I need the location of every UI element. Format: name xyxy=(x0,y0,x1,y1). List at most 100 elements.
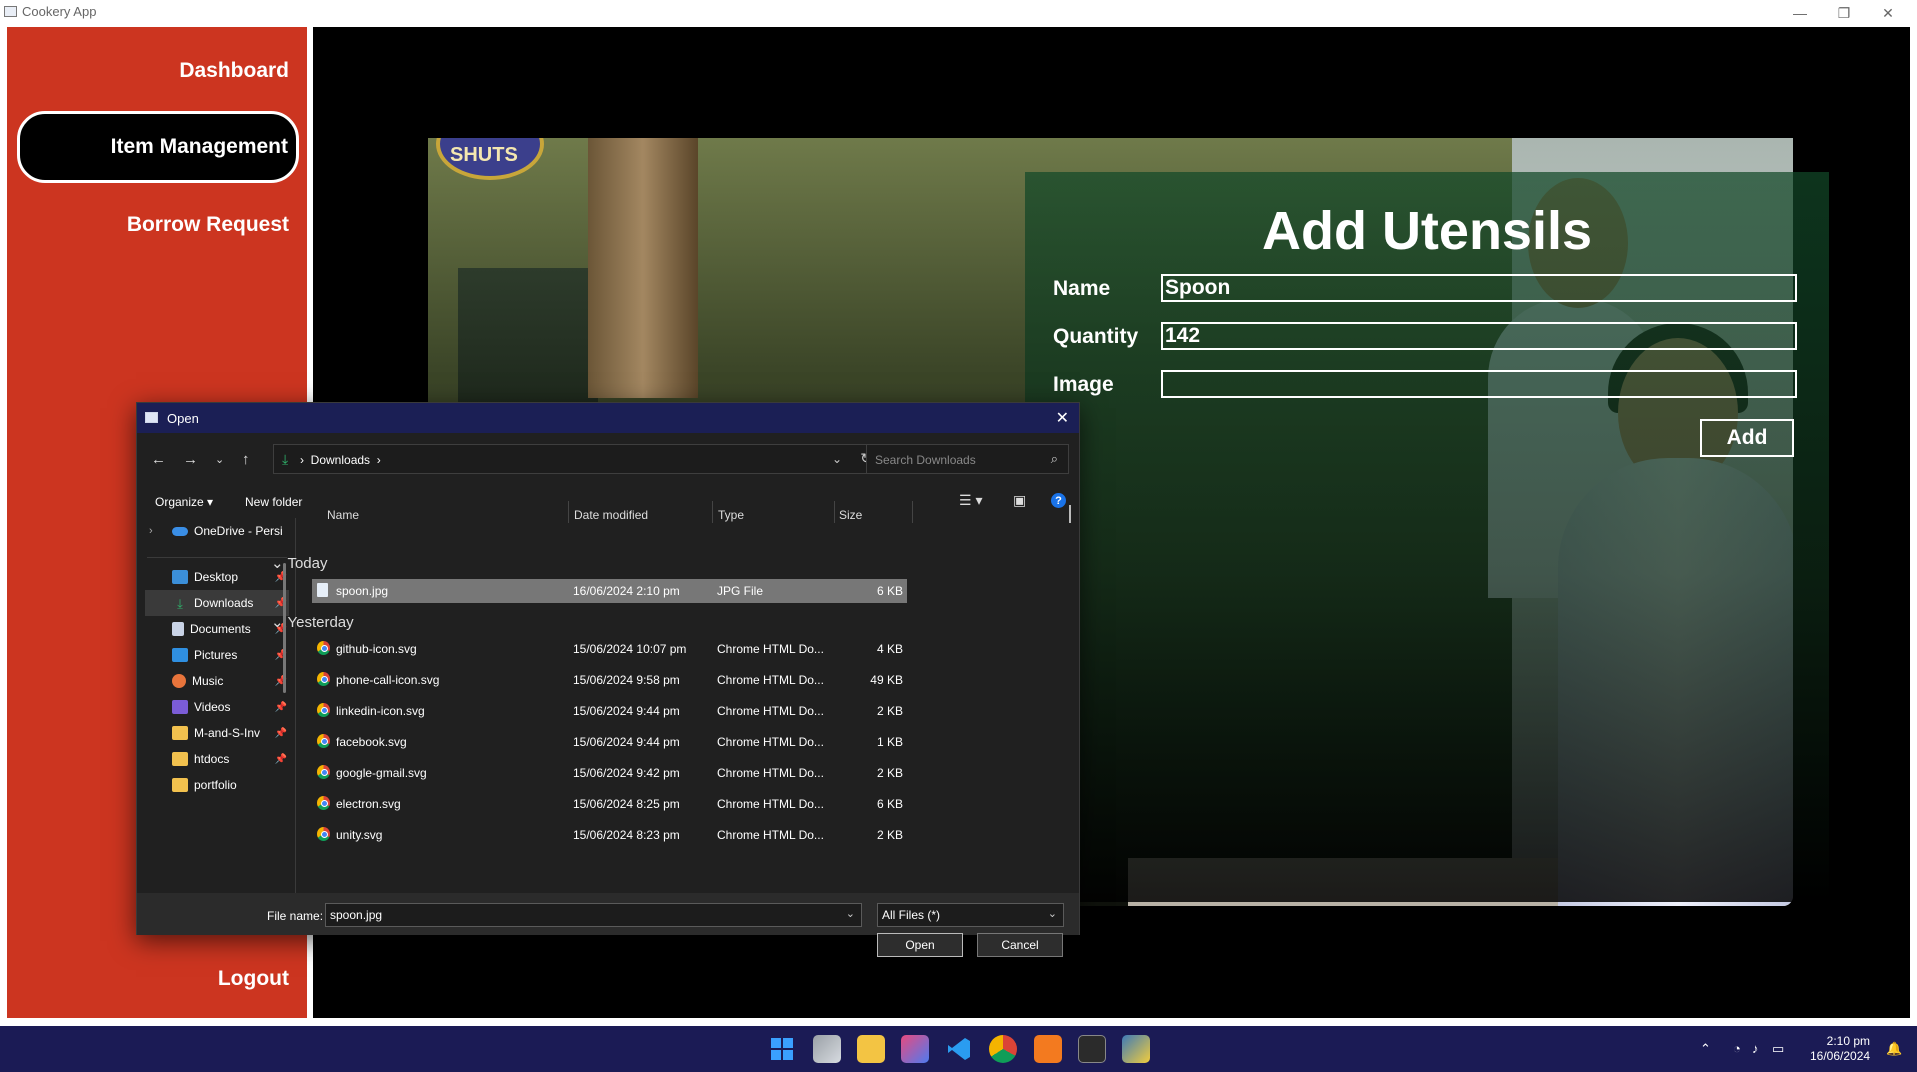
pane-splitter[interactable] xyxy=(295,518,296,893)
close-window-button[interactable]: ✕ xyxy=(1866,0,1910,26)
jpg-file-icon xyxy=(317,583,328,597)
file-type-dropdown-icon[interactable]: ⌄ xyxy=(1048,907,1057,920)
up-arrow-icon[interactable]: ↑ xyxy=(242,451,250,468)
file-row[interactable]: electron.svg 15/06/2024 8:25 pm Chrome H… xyxy=(312,792,907,816)
nav-item-documents[interactable]: Documents 📌 xyxy=(145,616,289,642)
organize-button[interactable]: Organize ▾ xyxy=(155,495,213,509)
clock[interactable]: 2:10 pm 16/06/2024 xyxy=(1810,1034,1870,1064)
search-icon: ⌕ xyxy=(1050,451,1058,466)
nav-item-portfolio[interactable]: portfolio xyxy=(145,772,289,798)
chrome-file-icon xyxy=(317,641,330,655)
file-name: phone-call-icon.svg xyxy=(336,673,440,687)
forward-arrow-icon[interactable]: → xyxy=(183,451,198,468)
column-header-name[interactable]: Name xyxy=(327,504,359,526)
nav-item-m-and-s-inv[interactable]: M-and-S-Inv 📌 xyxy=(145,720,289,746)
file-list-scrollbar[interactable] xyxy=(1069,505,1071,523)
column-separator[interactable] xyxy=(834,501,835,523)
column-separator[interactable] xyxy=(712,501,713,523)
tree-image xyxy=(588,138,698,398)
vscode-icon[interactable] xyxy=(945,1035,973,1063)
clock-date: 16/06/2024 xyxy=(1810,1049,1871,1063)
column-separator[interactable] xyxy=(568,501,569,523)
restore-button[interactable]: ❐ xyxy=(1822,0,1866,26)
nav-item-desktop[interactable]: Desktop 📌 xyxy=(145,564,289,590)
expand-chevron-icon[interactable]: › xyxy=(149,525,153,537)
file-name-dropdown-icon[interactable]: ⌄ xyxy=(846,907,855,920)
view-options-icon[interactable]: ☰ ▾ xyxy=(959,492,982,509)
start-icon[interactable] xyxy=(768,1035,796,1063)
file-row[interactable]: spoon.jpg 16/06/2024 2:10 pm JPG File 6 … xyxy=(312,579,907,603)
cancel-button[interactable]: Cancel xyxy=(977,933,1063,957)
breadcrumb-downloads[interactable]: Downloads xyxy=(311,453,370,467)
sidebar-item-item-management[interactable]: Item Management xyxy=(17,111,299,183)
file-name: unity.svg xyxy=(336,828,383,842)
app-icon[interactable] xyxy=(901,1035,929,1063)
logout-button[interactable]: Logout xyxy=(218,967,289,991)
column-header-type[interactable]: Type xyxy=(718,504,744,526)
nav-item-pictures[interactable]: Pictures 📌 xyxy=(145,642,289,668)
back-arrow-icon[interactable]: ← xyxy=(151,451,166,468)
notifications-icon[interactable]: 🔔 xyxy=(1886,1041,1902,1057)
tray-overflow-icon[interactable]: ⌃ xyxy=(1700,1041,1711,1057)
quantity-input[interactable]: 142 xyxy=(1161,322,1797,350)
add-button[interactable]: Add xyxy=(1700,419,1794,457)
downloads-icon: ⤓ xyxy=(177,596,183,611)
sidebar-item-dashboard[interactable]: Dashboard xyxy=(179,59,289,83)
address-dropdown-icon[interactable]: ⌄ xyxy=(832,452,842,466)
nav-item-music[interactable]: Music 📌 xyxy=(145,668,289,694)
file-date: 15/06/2024 9:44 pm xyxy=(573,735,680,749)
column-header-date-modified[interactable]: Date modified xyxy=(574,504,648,526)
xampp-icon[interactable] xyxy=(1034,1035,1062,1063)
file-explorer-icon[interactable] xyxy=(857,1035,885,1063)
nav-item-htdocs[interactable]: htdocs 📌 xyxy=(145,746,289,772)
file-type-select[interactable]: All Files (*) ⌄ xyxy=(877,903,1064,927)
logo-text: SHUTS xyxy=(450,144,518,166)
chrome-icon[interactable] xyxy=(989,1035,1017,1063)
search-placeholder: Search Downloads xyxy=(875,453,976,467)
clock-time: 2:10 pm xyxy=(1826,1034,1870,1048)
python-icon[interactable] xyxy=(1122,1035,1150,1063)
file-row[interactable]: linkedin-icon.svg 15/06/2024 9:44 pm Chr… xyxy=(312,699,907,723)
address-bar[interactable]: ⤓ › Downloads › ⌄ ↻ xyxy=(273,444,883,474)
file-row[interactable]: phone-call-icon.svg 15/06/2024 9:58 pm C… xyxy=(312,668,907,692)
name-input[interactable]: Spoon xyxy=(1161,274,1797,302)
nav-item-onedrive[interactable]: › OneDrive - Persi xyxy=(145,518,289,544)
chrome-file-icon xyxy=(317,796,330,810)
recent-locations-chevron-icon[interactable]: ⌄ xyxy=(215,453,224,466)
file-name: github-icon.svg xyxy=(336,642,417,656)
column-separator[interactable] xyxy=(912,501,913,523)
terminal-icon[interactable] xyxy=(1078,1035,1106,1063)
file-name-input[interactable]: spoon.jpg ⌄ xyxy=(325,903,862,927)
battery-icon[interactable]: ▭ xyxy=(1772,1041,1784,1057)
group-header-yesterday[interactable]: ⌄ Yesterday xyxy=(271,613,354,631)
volume-icon[interactable]: ♪ xyxy=(1752,1041,1759,1056)
form-title: Add Utensils xyxy=(1261,201,1593,261)
image-input[interactable] xyxy=(1161,370,1797,398)
chrome-file-icon xyxy=(317,734,330,748)
preview-pane-icon[interactable]: ▣ xyxy=(1013,492,1026,509)
column-header-size[interactable]: Size xyxy=(839,504,862,526)
task-view-icon[interactable] xyxy=(813,1035,841,1063)
dialog-close-icon[interactable]: ✕ xyxy=(1056,408,1069,428)
file-name: spoon.jpg xyxy=(336,584,389,598)
search-input[interactable]: Search Downloads ⌕ xyxy=(866,444,1069,474)
sidebar-item-borrow-request[interactable]: Borrow Request xyxy=(127,213,289,237)
group-header-today[interactable]: ⌄ Today xyxy=(271,554,328,572)
file-type: JPG File xyxy=(717,584,764,598)
videos-icon xyxy=(172,700,188,714)
file-row[interactable]: google-gmail.svg 15/06/2024 9:42 pm Chro… xyxy=(312,761,907,785)
wifi-icon[interactable]: ◔ xyxy=(1733,1041,1741,1056)
file-size: 6 KB xyxy=(876,584,903,598)
file-row[interactable]: facebook.svg 15/06/2024 9:44 pm Chrome H… xyxy=(312,730,907,754)
nav-item-videos[interactable]: Videos 📌 xyxy=(145,694,289,720)
open-button[interactable]: Open xyxy=(877,933,963,957)
file-row[interactable]: github-icon.svg 15/06/2024 10:07 pm Chro… xyxy=(312,637,907,661)
file-row[interactable]: unity.svg 15/06/2024 8:23 pm Chrome HTML… xyxy=(312,823,907,847)
nav-item-downloads[interactable]: ⤓ Downloads 📌 xyxy=(145,590,289,616)
folder-icon xyxy=(172,778,188,792)
minimize-button[interactable]: — xyxy=(1778,0,1822,26)
pin-icon: 📌 xyxy=(274,727,287,739)
taskbar: ⌃ ◔ ♪ ▭ 2:10 pm 16/06/2024 🔔 xyxy=(0,1026,1917,1072)
help-icon[interactable]: ? xyxy=(1051,493,1066,508)
new-folder-button[interactable]: New folder xyxy=(245,495,302,509)
